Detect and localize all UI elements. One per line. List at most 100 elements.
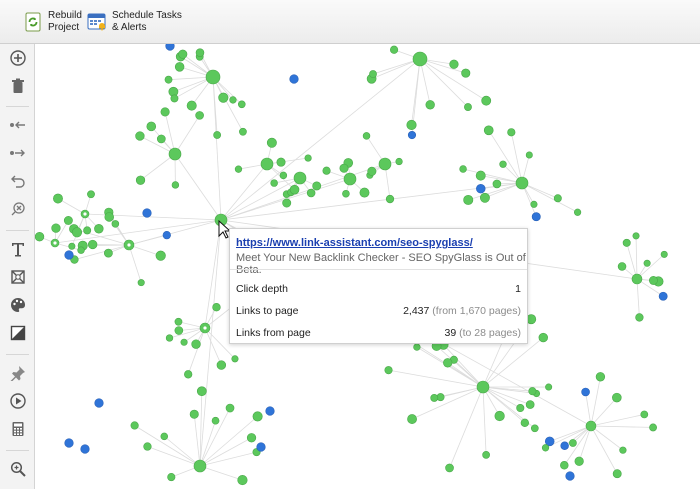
play-button[interactable] (6, 391, 30, 415)
page-node[interactable] (595, 372, 606, 382)
page-node[interactable] (449, 59, 459, 69)
page-node[interactable] (425, 100, 435, 110)
page-node[interactable] (339, 163, 349, 173)
page-node[interactable] (312, 181, 322, 191)
rebuild-project-button[interactable]: Rebuild Project (22, 6, 82, 38)
page-node[interactable] (35, 232, 45, 242)
page-node[interactable] (212, 303, 221, 312)
page-node[interactable] (530, 200, 538, 208)
page-node[interactable] (560, 441, 569, 450)
page-node[interactable] (174, 317, 183, 326)
page-node[interactable] (165, 44, 175, 51)
page-node[interactable] (137, 279, 145, 287)
page-node[interactable] (492, 179, 502, 189)
page-node[interactable] (463, 194, 474, 205)
page-node[interactable] (205, 69, 221, 85)
page-node[interactable] (528, 387, 537, 396)
page-node[interactable] (160, 432, 168, 441)
page-node[interactable] (83, 226, 92, 235)
page-node[interactable] (165, 334, 174, 342)
contrast-button[interactable] (6, 323, 30, 347)
page-node[interactable] (289, 74, 299, 84)
page-node[interactable] (195, 48, 205, 57)
page-node[interactable] (174, 326, 184, 335)
page-node[interactable] (68, 242, 76, 250)
page-node[interactable] (516, 404, 525, 413)
page-node[interactable] (260, 157, 274, 171)
page-node[interactable] (395, 157, 403, 166)
page-node[interactable] (612, 392, 622, 403)
page-node[interactable] (167, 473, 176, 482)
page-node[interactable] (293, 171, 307, 185)
page-node[interactable] (640, 410, 649, 419)
page-node[interactable] (64, 250, 74, 260)
page-node[interactable] (619, 446, 627, 454)
page-node[interactable] (168, 147, 182, 161)
page-node[interactable] (211, 416, 220, 425)
delete-button[interactable] (6, 76, 30, 100)
page-node[interactable] (515, 176, 529, 190)
page-node[interactable] (77, 246, 85, 254)
page-node[interactable] (617, 262, 627, 271)
page-node[interactable] (191, 339, 201, 349)
page-node[interactable] (569, 439, 577, 447)
page-node[interactable] (565, 471, 575, 481)
page-node[interactable] (343, 172, 357, 186)
page-node[interactable] (146, 121, 157, 132)
page-node[interactable] (581, 387, 590, 397)
page-node[interactable] (520, 418, 529, 427)
page-node[interactable] (237, 100, 246, 109)
page-node[interactable] (180, 338, 188, 346)
page-node[interactable] (103, 248, 113, 258)
page-node[interactable] (660, 250, 668, 258)
page-node[interactable] (483, 125, 494, 136)
add-button[interactable] (6, 48, 30, 72)
page-node[interactable] (476, 184, 486, 194)
calculator-button[interactable] (6, 419, 30, 443)
page-node[interactable] (174, 62, 185, 72)
page-node[interactable] (195, 111, 204, 120)
page-node[interactable] (499, 160, 507, 168)
page-node[interactable] (412, 51, 428, 67)
page-node[interactable] (156, 134, 166, 144)
page-node[interactable] (369, 70, 377, 78)
page-node[interactable] (53, 193, 63, 204)
page-node[interactable] (270, 179, 278, 187)
page-node[interactable] (461, 68, 471, 78)
pin-button[interactable] (6, 363, 30, 387)
collapse-incoming-button[interactable] (6, 115, 30, 139)
page-node[interactable] (135, 131, 145, 141)
page-node[interactable] (186, 100, 197, 111)
page-node[interactable] (531, 212, 541, 222)
page-node[interactable] (541, 444, 550, 452)
page-node[interactable] (246, 433, 257, 443)
palette-button[interactable] (6, 295, 30, 319)
page-node[interactable] (342, 189, 350, 198)
page-node[interactable] (231, 355, 239, 363)
page-node[interactable] (413, 343, 421, 351)
page-node[interactable] (64, 438, 74, 448)
page-node[interactable] (367, 166, 377, 176)
page-node[interactable] (407, 414, 417, 424)
page-node[interactable] (94, 398, 104, 408)
page-node[interactable] (178, 49, 188, 59)
page-node[interactable] (622, 238, 631, 247)
page-node[interactable] (51, 223, 61, 233)
page-node[interactable] (635, 313, 644, 322)
page-node[interactable] (252, 411, 263, 422)
page-node[interactable] (574, 456, 584, 466)
page-node[interactable] (362, 132, 371, 140)
page-node[interactable] (289, 184, 300, 195)
page-node[interactable] (658, 291, 668, 301)
page-node[interactable] (256, 442, 266, 452)
page-node[interactable] (390, 45, 399, 54)
page-node[interactable] (266, 137, 277, 148)
page-node[interactable] (385, 194, 395, 204)
page-node[interactable] (479, 192, 490, 203)
page-node[interactable] (494, 410, 505, 422)
page-node[interactable] (225, 403, 235, 413)
page-node[interactable] (475, 170, 486, 181)
page-node[interactable] (111, 220, 120, 228)
page-node[interactable] (237, 475, 248, 486)
zoom-button[interactable] (6, 459, 30, 483)
